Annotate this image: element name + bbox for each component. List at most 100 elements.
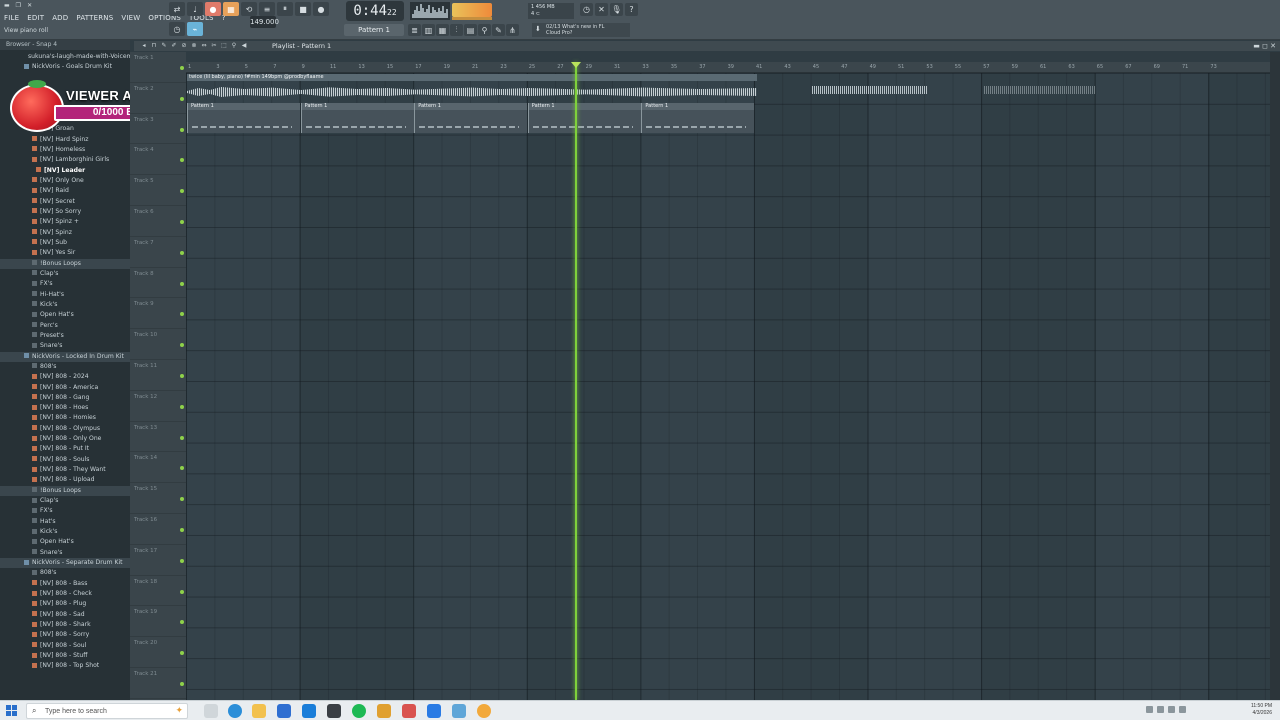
- browser-item[interactable]: !Bonus Loops: [0, 485, 130, 497]
- browser-item[interactable]: [NV] So Sorry: [0, 207, 130, 217]
- menu-add[interactable]: ADD: [48, 12, 72, 24]
- arrow-left-icon[interactable]: ◂: [140, 41, 148, 49]
- metronome-icon[interactable]: ♩: [187, 2, 203, 16]
- browser-item[interactable]: Kick's: [0, 527, 130, 537]
- brush-icon[interactable]: ✐: [170, 41, 178, 49]
- restore-icon[interactable]: ❐: [16, 2, 21, 9]
- app-icon[interactable]: [327, 704, 341, 718]
- track-header[interactable]: Track 15: [130, 483, 186, 514]
- track-enable-led[interactable]: [180, 404, 184, 409]
- slip-icon[interactable]: ⇔: [200, 41, 208, 49]
- browser-pack[interactable]: NickVoris - Goals Drum Kit: [0, 62, 130, 72]
- browser-item[interactable]: [NV] 808 - 2024: [0, 372, 130, 382]
- vscode-icon[interactable]: [427, 704, 441, 718]
- store-icon[interactable]: [277, 704, 291, 718]
- track-header[interactable]: Track 6: [130, 206, 186, 237]
- master-pitch-meter[interactable]: [452, 17, 492, 20]
- song-mode-icon[interactable]: ≡: [259, 2, 275, 16]
- track-header[interactable]: Track 4: [130, 144, 186, 176]
- network-icon[interactable]: [1157, 706, 1164, 713]
- track-enable-led[interactable]: [180, 220, 184, 224]
- minimize-icon[interactable]: ▬: [4, 2, 10, 9]
- browser-item[interactable]: Hat's: [0, 517, 130, 527]
- pattern-song-toggle-icon[interactable]: ⇄: [169, 2, 185, 16]
- wait-icon[interactable]: ◷: [169, 22, 185, 36]
- track-enable-led[interactable]: [180, 158, 184, 163]
- browser-item[interactable]: [NV] 808 - Stuff: [0, 651, 130, 661]
- app-icon[interactable]: [377, 704, 391, 718]
- browser-item[interactable]: [NV] 808 - Hoes: [0, 403, 130, 413]
- browser-item[interactable]: [NV] 808 - Only One: [0, 434, 130, 444]
- task-view-icon[interactable]: [204, 704, 218, 718]
- play-pause-icon[interactable]: ⏸: [277, 2, 293, 16]
- track-enable-led[interactable]: [180, 435, 184, 440]
- track-header[interactable]: Track 7: [130, 237, 186, 268]
- browser-item[interactable]: [NV] 808 - Olympus: [0, 424, 130, 434]
- wrench-icon[interactable]: ✎: [492, 24, 505, 36]
- tools-icon[interactable]: ✕: [595, 3, 608, 16]
- close-icon[interactable]: ✕: [1270, 42, 1276, 50]
- browser-item[interactable]: [NV] Homeless: [0, 145, 130, 155]
- zoom-icon[interactable]: ⚲: [230, 41, 238, 49]
- browser-item[interactable]: [NV] 808 - Sad: [0, 610, 130, 620]
- windows-start-icon[interactable]: [6, 705, 18, 717]
- browser-item[interactable]: [NV] 808 - Gang: [0, 393, 130, 403]
- browser-item[interactable]: 808's: [0, 362, 130, 372]
- browser-item[interactable]: [NV] 808 - They Want: [0, 465, 130, 475]
- clock[interactable]: 11:50 PM 4/3/2026: [1251, 703, 1272, 717]
- track-header[interactable]: Track 18: [130, 576, 186, 607]
- browser-icon[interactable]: ▤: [464, 24, 477, 36]
- tempo-display[interactable]: 149.000: [250, 16, 279, 28]
- browser-item[interactable]: [NV] Only One: [0, 176, 130, 186]
- edge-icon[interactable]: [228, 704, 242, 718]
- browser-pack[interactable]: NickVoris - Separate Drum Kit: [0, 558, 130, 569]
- track-enable-led[interactable]: [180, 466, 184, 471]
- track-enable-led[interactable]: [180, 312, 184, 317]
- channel-rack-icon[interactable]: ▦: [436, 24, 449, 36]
- browser-item[interactable]: Hi-Hat's: [0, 290, 130, 300]
- pattern-clip[interactable]: Pattern 1: [414, 103, 528, 133]
- track-enable-led[interactable]: [180, 589, 184, 594]
- browser-item[interactable]: [NV] 808 - Homies: [0, 413, 130, 423]
- close-icon[interactable]: ✕: [27, 2, 32, 9]
- help-icon[interactable]: ?: [625, 3, 638, 16]
- track-enable-led[interactable]: [180, 96, 184, 101]
- browser-item[interactable]: [NV] Leader: [0, 166, 130, 176]
- browser-item[interactable]: [NV] 808 - Check: [0, 589, 130, 599]
- browser-item[interactable]: Open Hat's: [0, 310, 130, 320]
- track-enable-led[interactable]: [180, 651, 184, 656]
- browser-item[interactable]: [NV] 808 - Plug: [0, 599, 130, 609]
- record-icon[interactable]: ●: [313, 2, 329, 16]
- track-header[interactable]: Track 14: [130, 452, 186, 484]
- browser-item[interactable]: Snare's: [0, 548, 130, 558]
- track-header[interactable]: Track 21: [130, 668, 186, 699]
- track-header[interactable]: Track 10: [130, 329, 186, 360]
- pattern-selector[interactable]: Pattern 1: [344, 24, 404, 36]
- browser-item[interactable]: [NV] Spinz +: [0, 217, 130, 227]
- browser-item[interactable]: Snare's: [0, 341, 130, 351]
- browser-item[interactable]: 808's: [0, 568, 130, 578]
- browser-item[interactable]: [NV] Yes Sir: [0, 248, 130, 258]
- news-panel[interactable]: ⬇ 02/13 What's new in FL Cloud Pro?: [532, 23, 630, 37]
- audio-clip[interactable]: twice (lil baby, piano) f#min 149bpm @pr…: [187, 74, 1270, 103]
- browser-item[interactable]: [NV] Sub: [0, 238, 130, 248]
- piano-roll-icon[interactable]: ▥: [422, 24, 435, 36]
- track-enable-led[interactable]: [180, 374, 184, 378]
- taskbar-search[interactable]: ⌕ Type here to search ✦: [26, 703, 188, 719]
- stop-icon[interactable]: ■: [295, 2, 311, 16]
- track-header[interactable]: Track 12: [130, 391, 186, 422]
- track-header[interactable]: Track 8: [130, 268, 186, 299]
- track-enable-led[interactable]: [180, 281, 184, 286]
- track-header[interactable]: Track 5: [130, 175, 186, 206]
- browser-item[interactable]: [NV] 808 - America: [0, 383, 130, 393]
- track-header[interactable]: Track 3: [130, 114, 186, 145]
- clock-icon[interactable]: ◷: [580, 3, 593, 16]
- browser-item[interactable]: [NV] 808 - Shark: [0, 620, 130, 630]
- browser-item[interactable]: Clap's: [0, 496, 130, 506]
- battery-icon[interactable]: [1179, 706, 1186, 713]
- browser-item[interactable]: !Bonus Loops: [0, 258, 130, 269]
- fl-studio-icon[interactable]: [477, 704, 491, 718]
- browser-item[interactable]: [NV] 808 - Souls: [0, 455, 130, 465]
- vertical-scrollbar[interactable]: [1270, 52, 1280, 700]
- track-enable-led[interactable]: [180, 682, 184, 686]
